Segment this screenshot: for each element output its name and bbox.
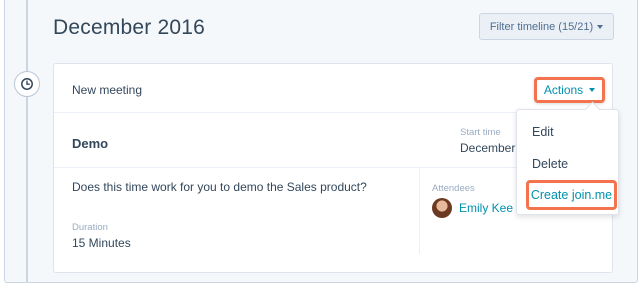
divider xyxy=(419,168,420,254)
start-time-value: December xyxy=(460,141,516,155)
timeline-panel: December 2016 Filter timeline (15/21) Ne… xyxy=(4,0,638,283)
menu-item-delete[interactable]: Delete xyxy=(532,157,568,171)
caret-down-icon xyxy=(597,24,604,29)
attendee-item[interactable]: Emily Kee xyxy=(432,198,513,218)
filter-timeline-label: Filter timeline (15/21) xyxy=(489,20,594,33)
actions-button[interactable]: Actions xyxy=(534,77,605,103)
meeting-description: Does this time work for you to demo the … xyxy=(72,180,367,194)
attendees-label: Attendees xyxy=(432,183,475,194)
caret-down-icon xyxy=(589,88,596,92)
duration-value: 15 Minutes xyxy=(72,236,131,250)
month-title: December 2016 xyxy=(53,16,206,39)
filter-timeline-button[interactable]: Filter timeline (15/21) xyxy=(479,13,614,40)
avatar xyxy=(432,198,452,218)
actions-label: Actions xyxy=(543,83,584,97)
meeting-name: Demo xyxy=(72,136,109,151)
card-header-title: New meeting xyxy=(72,83,143,97)
clock-icon xyxy=(14,71,40,97)
menu-item-create-joinme[interactable]: Create join.me xyxy=(526,180,617,210)
attendee-name[interactable]: Emily Kee xyxy=(459,201,513,215)
start-time-label: Start time xyxy=(460,127,501,138)
menu-item-edit[interactable]: Edit xyxy=(532,125,554,139)
timeline-line xyxy=(26,0,28,282)
duration-label: Duration xyxy=(72,222,108,233)
actions-dropdown-menu: Edit Delete Create join.me xyxy=(516,109,619,215)
